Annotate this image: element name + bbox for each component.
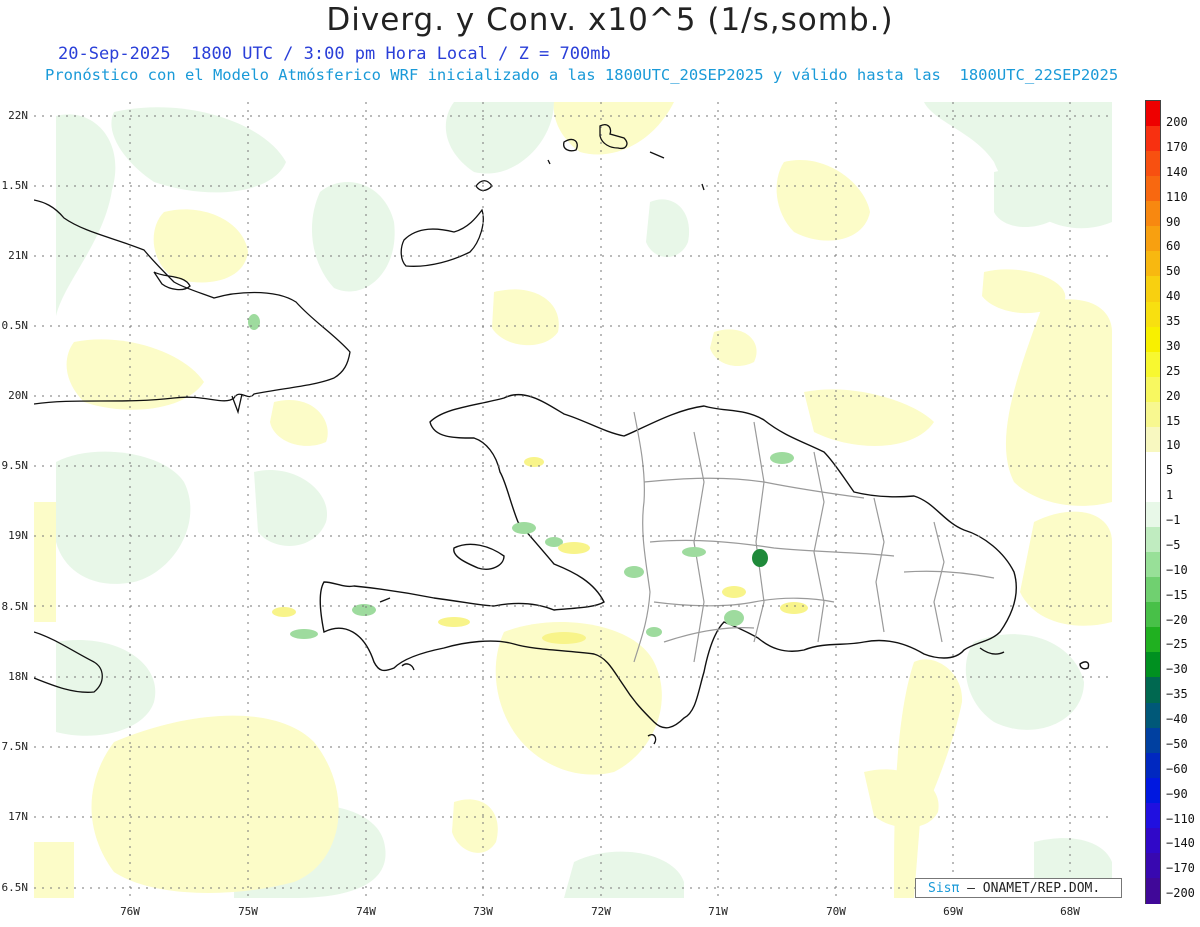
lat-label: 7.5N — [1, 740, 29, 753]
colorbar-tick-label: 50 — [1166, 264, 1181, 279]
colorbar-tick-label: −50 — [1166, 736, 1188, 751]
colorbar-tick-label: −25 — [1166, 637, 1188, 652]
colorbar-box — [1146, 602, 1160, 628]
colorbar-tick-label: −110 — [1166, 811, 1195, 826]
colorbar-box — [1146, 376, 1160, 403]
colorbar-tick-label: 25 — [1166, 363, 1181, 378]
colorbar-tick-label: −1 — [1166, 513, 1181, 527]
colorbar-tick-label: 110 — [1166, 189, 1188, 204]
lon-label: 69W — [943, 905, 963, 918]
colorbar-box — [1146, 527, 1160, 553]
lon-label: 72W — [591, 905, 611, 918]
colorbar-box — [1146, 727, 1160, 754]
colorbar-tick-label: −60 — [1166, 761, 1188, 776]
valid-time-subtitle: 20-Sep-2025 1800 UTC / 3:00 pm Hora Loca… — [58, 44, 611, 64]
colorbar-tick-label: −140 — [1166, 836, 1195, 851]
colorbar-box — [1146, 552, 1160, 578]
colorbar-box — [1146, 627, 1160, 653]
colorbar-box — [1146, 802, 1160, 829]
lon-label: 76W — [120, 905, 140, 918]
colorbar-tick-label: 35 — [1166, 314, 1181, 328]
lat-label: 0.5N — [1, 319, 29, 332]
lat-label: 18N — [8, 670, 28, 683]
colorbar — [1145, 100, 1161, 904]
credit-text: – ONAMET/REP.DOM. — [959, 881, 1101, 896]
lat-label: 9.5N — [1, 459, 29, 472]
colorbar-box — [1146, 852, 1160, 879]
colorbar-tick-label: −20 — [1166, 612, 1188, 627]
lon-label: 73W — [473, 905, 493, 918]
lon-label: 75W — [238, 905, 258, 918]
colorbar-box — [1146, 502, 1160, 528]
lat-label: 1.5N — [1, 179, 29, 192]
colorbar-box — [1146, 752, 1160, 779]
colorbar-tick-label: 60 — [1166, 239, 1181, 254]
strong-convergence-core — [752, 549, 768, 567]
colorbar-tick-label: 170 — [1166, 139, 1188, 154]
colorbar-box — [1146, 877, 1160, 904]
colorbar-box — [1146, 652, 1160, 678]
colorbar-box — [1146, 176, 1160, 202]
credit-brand: Sisπ — [928, 881, 960, 896]
colorbar-box — [1146, 476, 1160, 503]
lat-label: 21N — [8, 249, 28, 262]
colorbar-box — [1146, 101, 1160, 127]
lat-label: 17N — [8, 810, 28, 823]
colorbar-box — [1146, 451, 1160, 478]
colorbar-tick-label: −40 — [1166, 712, 1188, 726]
colorbar-box — [1146, 677, 1160, 703]
colorbar-tick-label: −5 — [1166, 537, 1181, 552]
map-title: Diverg. y Conv. x10^5 (1/s,somb.) — [326, 2, 894, 38]
colorbar-box — [1146, 577, 1160, 603]
credit-box: Sisπ – ONAMET/REP.DOM. — [915, 878, 1122, 898]
lat-label: 20N — [8, 389, 28, 402]
colorbar-tick-label: −170 — [1166, 861, 1195, 876]
colorbar-tick-label: 200 — [1166, 115, 1188, 129]
colorbar-box — [1146, 326, 1160, 353]
colorbar-box — [1146, 276, 1160, 302]
colorbar-box — [1146, 201, 1160, 227]
colorbar-tick-label: 90 — [1166, 214, 1181, 229]
colorbar-box — [1146, 301, 1160, 328]
lat-label: 6.5N — [1, 881, 29, 894]
colorbar-tick-label: 1 — [1166, 488, 1174, 503]
colorbar-tick-label: −10 — [1166, 562, 1188, 577]
colorbar-tick-label: 20 — [1166, 388, 1181, 403]
colorbar-tick-label: −35 — [1166, 687, 1188, 702]
colorbar-tick-label: −90 — [1166, 786, 1188, 801]
lon-label: 71W — [708, 905, 728, 918]
divergence-map — [34, 102, 1112, 898]
colorbar-tick-label: −200 — [1166, 886, 1195, 901]
lat-label: 22N — [8, 109, 28, 122]
lon-label: 68W — [1060, 905, 1080, 918]
colorbar-tick-label: 5 — [1166, 463, 1174, 478]
colorbar-tick-label: −30 — [1166, 662, 1188, 677]
colorbar-box — [1146, 777, 1160, 804]
colorbar-box — [1146, 401, 1160, 428]
colorbar-box — [1146, 426, 1160, 453]
colorbar-tick-label: 15 — [1166, 413, 1181, 428]
colorbar-box — [1146, 702, 1160, 729]
colorbar-box — [1146, 126, 1160, 152]
lon-label: 70W — [826, 905, 846, 918]
colorbar-box — [1146, 251, 1160, 277]
lon-label: 74W — [356, 905, 376, 918]
colorbar-box — [1146, 351, 1160, 378]
colorbar-tick-label: 30 — [1166, 338, 1181, 353]
colorbar-box — [1146, 151, 1160, 177]
lat-label: 19N — [8, 529, 28, 542]
colorbar-box — [1146, 226, 1160, 252]
lat-label: 8.5N — [1, 600, 29, 613]
model-run-subtitle: Pronóstico con el Modelo Atmósferico WRF… — [45, 66, 1119, 84]
colorbar-tick-label: 140 — [1166, 164, 1188, 179]
colorbar-tick-label: 10 — [1166, 438, 1181, 453]
colorbar-tick-label: 40 — [1166, 289, 1181, 304]
colorbar-tick-label: −15 — [1166, 587, 1188, 602]
colorbar-box — [1146, 827, 1160, 854]
